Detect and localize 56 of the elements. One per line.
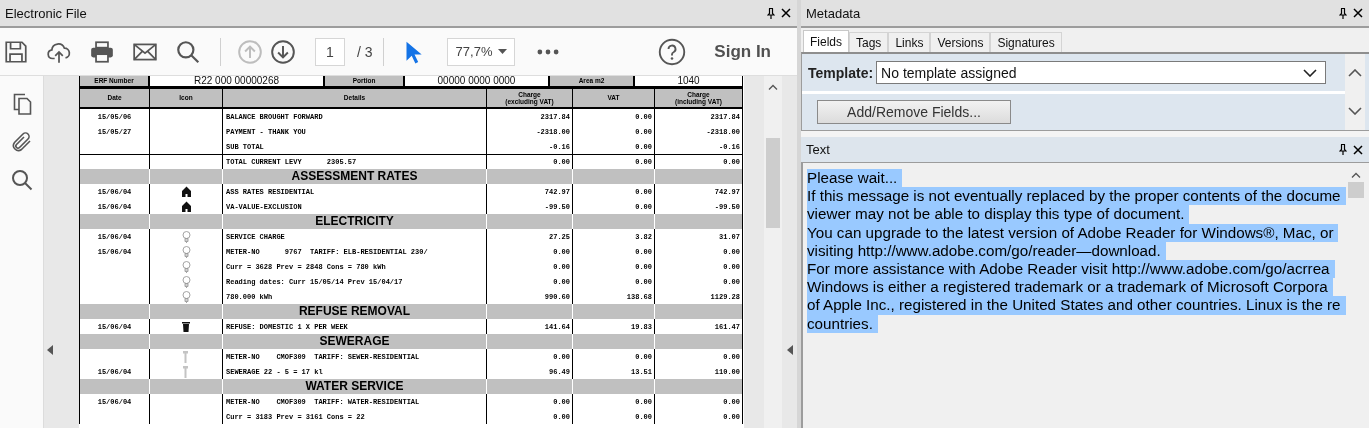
search-icon[interactable] xyxy=(9,168,34,192)
zoom-dropdown[interactable]: 77,7% xyxy=(446,37,515,66)
save-icon[interactable] xyxy=(3,38,29,65)
close-icon[interactable] xyxy=(781,8,791,18)
vertical-scrollbar[interactable] xyxy=(764,76,782,428)
panel-title: Metadata xyxy=(806,5,861,21)
panel-title: Electronic File xyxy=(5,5,87,21)
add-remove-fields-button[interactable]: Add/Remove Fields... xyxy=(817,100,1011,124)
lightbulb-icon xyxy=(181,245,191,258)
caret-down-icon xyxy=(497,49,507,54)
chevron-up-icon[interactable] xyxy=(768,84,778,90)
tab[interactable]: Versions xyxy=(930,32,991,52)
section-title: REFUSE REMOVAL xyxy=(298,304,411,319)
template-dropdown[interactable]: No template assigned xyxy=(876,61,1327,84)
pin-icon[interactable] xyxy=(1339,7,1347,19)
chevron-down-icon[interactable] xyxy=(1348,107,1362,115)
pin-icon[interactable] xyxy=(1339,144,1347,155)
chevron-up-icon[interactable] xyxy=(1351,172,1361,178)
field-value: 00000 0000 0000 xyxy=(437,76,516,86)
close-icon[interactable] xyxy=(1353,8,1363,18)
arrow-down-circle-icon[interactable] xyxy=(270,38,296,65)
close-icon[interactable] xyxy=(1353,144,1363,155)
page-count: / 3 xyxy=(357,43,373,60)
tab[interactable]: Links xyxy=(888,32,931,52)
lightbulb-icon xyxy=(181,275,191,288)
lightbulb-icon xyxy=(181,260,191,273)
collapse-left-icon[interactable] xyxy=(786,344,793,355)
sign-in-button[interactable]: Sign In xyxy=(714,41,771,62)
search-icon[interactable] xyxy=(175,38,201,65)
tap-icon xyxy=(183,350,189,363)
lightbulb-icon xyxy=(181,290,191,303)
vertical-scrollbar[interactable] xyxy=(1345,54,1365,130)
lightbulb-icon xyxy=(181,230,191,243)
chevron-down-icon xyxy=(1303,68,1318,77)
tab[interactable]: Fields xyxy=(803,30,849,52)
tab[interactable]: Signatures xyxy=(990,32,1062,52)
printer-icon[interactable] xyxy=(89,38,115,65)
field-value: 1040 xyxy=(677,76,700,86)
scrollbar-thumb[interactable] xyxy=(766,138,780,228)
scrollbar-thumb[interactable] xyxy=(1348,182,1364,198)
house-icon xyxy=(181,186,191,197)
chevron-up-icon[interactable] xyxy=(1348,69,1362,77)
template-label: Template: xyxy=(808,64,874,81)
house-icon xyxy=(181,201,191,212)
help-icon[interactable] xyxy=(658,37,687,66)
pin-icon[interactable] xyxy=(767,7,775,19)
page-number-field[interactable]: 1 xyxy=(315,37,345,66)
field-value: R22 000 00000268 xyxy=(193,76,280,86)
bin-icon xyxy=(182,321,190,332)
section-title: SEWERAGE xyxy=(319,334,390,349)
tab[interactable]: Tags xyxy=(849,32,889,52)
panel-title: Text xyxy=(806,142,830,157)
section-title: ASSESSMENT RATES xyxy=(291,169,418,184)
collapse-left-icon[interactable] xyxy=(47,344,53,355)
section-title: ELECTRICITY xyxy=(315,214,394,229)
section-title: WATER SERVICE xyxy=(305,379,404,394)
